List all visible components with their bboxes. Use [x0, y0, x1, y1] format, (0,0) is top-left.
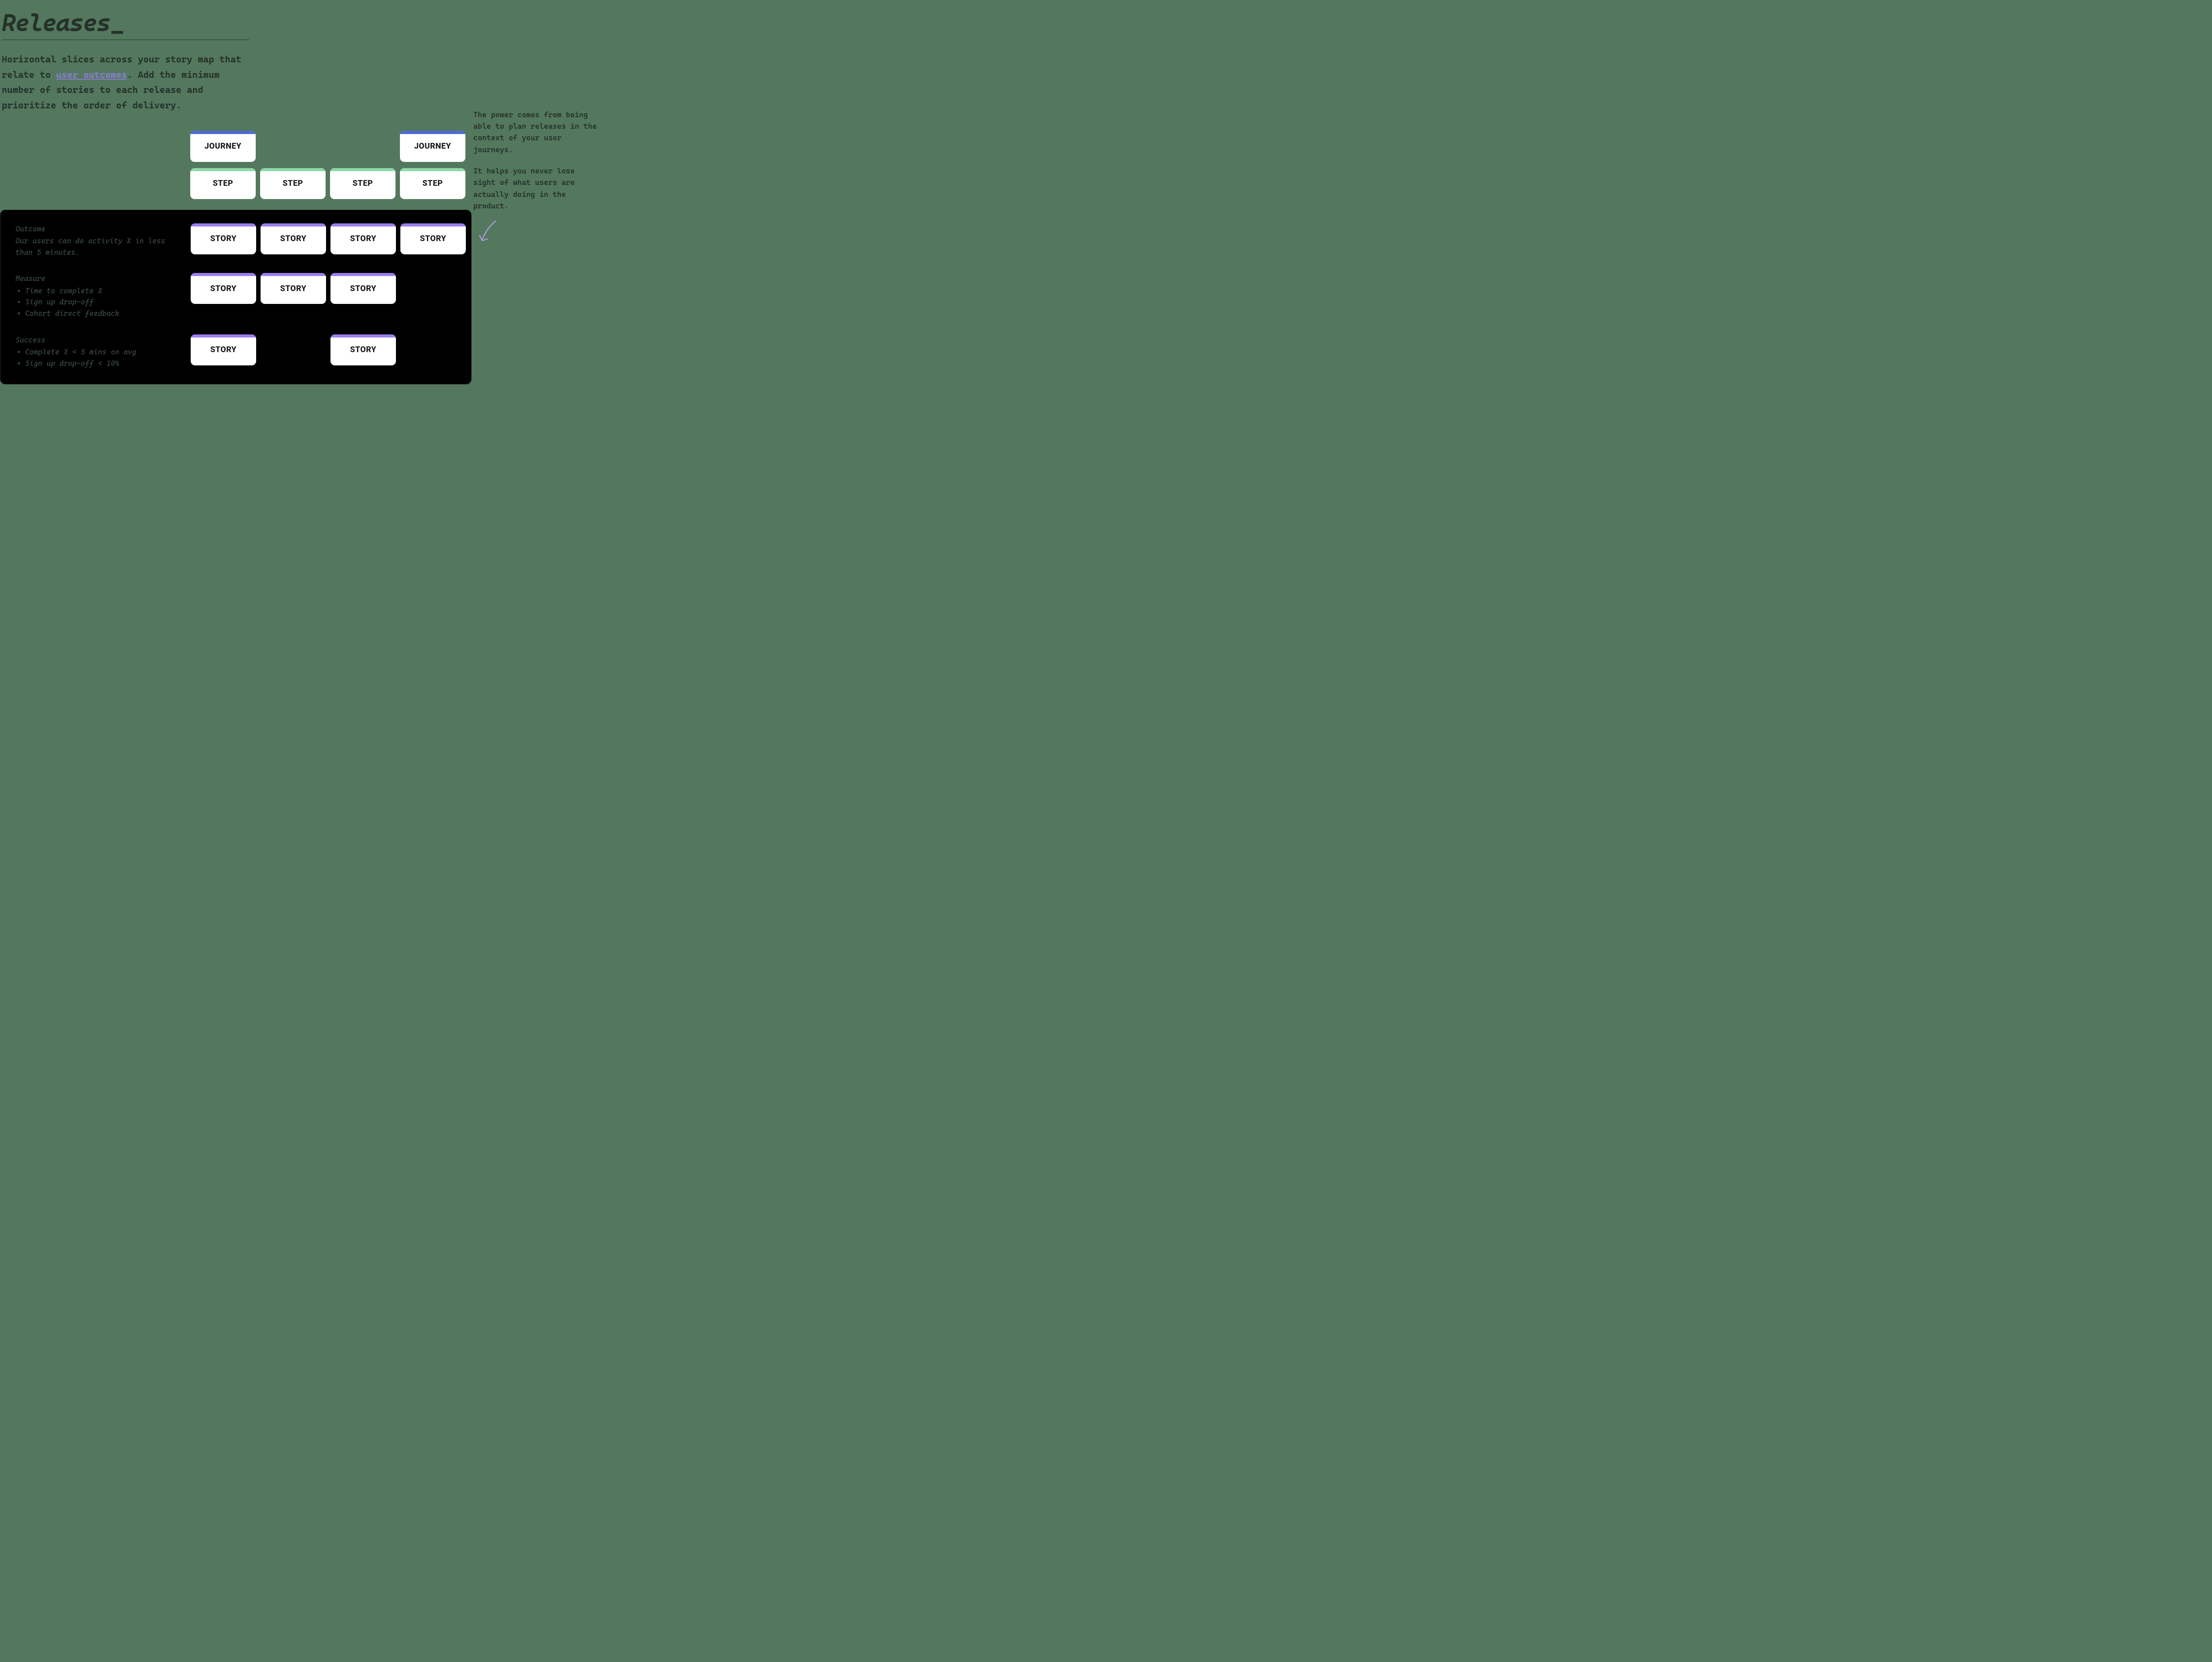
journey-card[interactable]: JOURNEY [400, 131, 465, 162]
step-row: STEP STEP STEP STEP [0, 168, 597, 199]
release-measure: Measure Time to complete X Sign up drop-… [0, 273, 186, 328]
step-label: STEP [422, 179, 443, 188]
story-row: Success Complete X < 5 mins on avg Sign … [0, 334, 471, 369]
outcome-heading: Outcome [15, 223, 176, 235]
story-label: STORY [210, 345, 237, 354]
story-label: STORY [210, 284, 237, 293]
story-row: Outcome Our users can do activity X in l… [0, 223, 471, 267]
journey-row: JOURNEY JOURNEY [0, 131, 597, 162]
story-card[interactable]: STORY [191, 273, 256, 304]
journey-label: JOURNEY [204, 142, 242, 151]
step-label: STEP [353, 179, 373, 188]
story-card[interactable]: STORY [261, 273, 326, 304]
page-title: Releases_ [2, 9, 250, 37]
story-card[interactable]: STORY [261, 223, 326, 254]
release-success: Success Complete X < 5 mins on avg Sign … [0, 334, 186, 369]
measure-heading: Measure [15, 273, 176, 284]
measure-list: Time to complete X Sign up drop-off Coho… [15, 285, 176, 319]
story-label: STORY [210, 234, 237, 243]
story-card[interactable]: STORY [191, 334, 256, 365]
measure-item: Cohort direct feedback [25, 308, 176, 319]
story-card[interactable]: STORY [330, 334, 396, 365]
title-cursor: _ [110, 9, 124, 37]
story-card[interactable]: STORY [330, 223, 396, 254]
title-text: Releases [2, 9, 110, 37]
measure-item: Time to complete X [25, 285, 176, 297]
step-card[interactable]: STEP [330, 168, 396, 199]
journey-label: JOURNEY [414, 142, 451, 151]
story-label: STORY [350, 234, 376, 243]
step-card[interactable]: STEP [190, 168, 256, 199]
release-panel: Outcome Our users can do activity X in l… [0, 210, 472, 385]
story-card[interactable]: STORY [330, 273, 396, 304]
step-label: STEP [283, 179, 303, 188]
story-label: STORY [280, 284, 307, 293]
intro-text: Horizontal slices across your story map … [2, 52, 250, 113]
story-label: STORY [350, 284, 376, 293]
step-label: STEP [213, 179, 233, 188]
step-card[interactable]: STEP [260, 168, 326, 199]
step-card[interactable]: STEP [400, 168, 465, 199]
release-outcome: Outcome Our users can do activity X in l… [0, 223, 186, 267]
story-label: STORY [350, 345, 376, 354]
story-card[interactable]: STORY [191, 223, 256, 254]
story-row: Measure Time to complete X Sign up drop-… [0, 273, 471, 328]
success-item: Sign up drop-off < 10% [25, 358, 176, 369]
story-label: STORY [420, 234, 446, 243]
journey-card[interactable]: JOURNEY [190, 131, 256, 162]
story-map: JOURNEY JOURNEY STEP STEP STEP STEP Outc… [0, 131, 597, 385]
user-outcomes-link[interactable]: user outcomes [56, 69, 127, 80]
story-label: STORY [280, 234, 307, 243]
success-item: Complete X < 5 mins on avg [25, 346, 176, 358]
outcome-body: Our users can do activity X in less than… [15, 235, 176, 258]
measure-item: Sign up drop-off [25, 296, 176, 308]
story-card[interactable]: STORY [400, 223, 466, 254]
success-list: Complete X < 5 mins on avg Sign up drop-… [15, 346, 176, 369]
success-heading: Success [15, 334, 176, 346]
title-divider [2, 39, 250, 40]
